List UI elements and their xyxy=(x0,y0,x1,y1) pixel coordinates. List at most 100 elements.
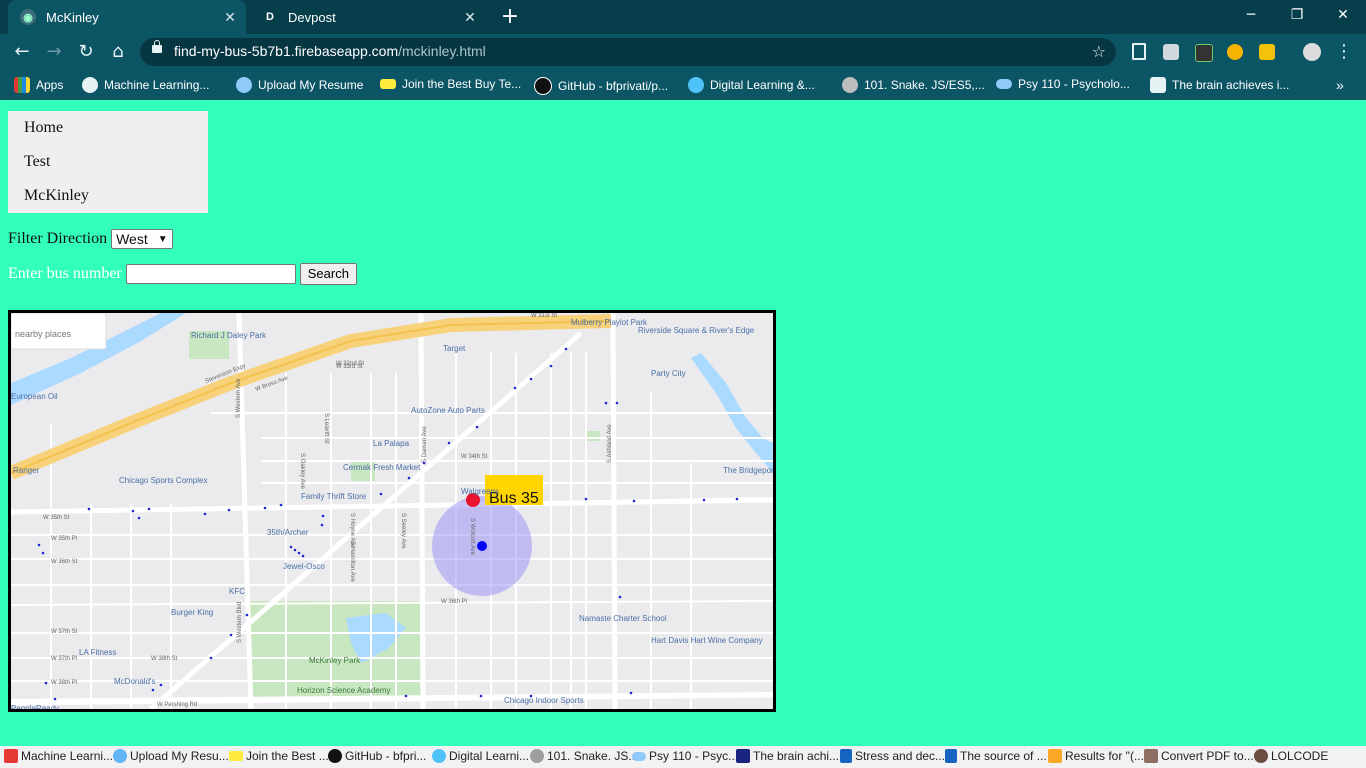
close-icon[interactable]: ✕ xyxy=(460,9,480,26)
bus-stop-dot xyxy=(297,551,301,555)
pq-icon xyxy=(840,749,852,763)
bookmark-item[interactable]: Join the Best ... xyxy=(229,749,329,763)
bus-stop-dot xyxy=(735,497,739,501)
bookmark-item[interactable]: GitHub - bfprivati/p... xyxy=(534,77,668,95)
map[interactable]: Bus 35 Richard J Daley Park Target Mulberr… xyxy=(8,310,776,712)
url-text: find-my-bus-5b7b1.firebaseapp.com/mckinl… xyxy=(174,43,486,59)
bus-stop-dot xyxy=(379,492,383,496)
search-button[interactable]: Search xyxy=(299,263,357,285)
google-icon xyxy=(530,749,544,763)
forward-icon[interactable]: → xyxy=(40,38,68,66)
bus-stop-dot xyxy=(203,512,207,516)
bookmark-item[interactable]: The brain achi... xyxy=(736,749,839,763)
bookmark-item[interactable]: Psy 110 - Psyc... xyxy=(632,749,738,763)
tab-mckinley[interactable]: ◉ McKinley ✕ xyxy=(8,0,246,34)
window-close-button[interactable]: ✕ xyxy=(1320,0,1366,30)
extension-icon[interactable] xyxy=(1195,44,1213,62)
bus-stop-dot xyxy=(279,503,283,507)
home-icon[interactable]: ⌂ xyxy=(104,38,132,66)
notes-icon[interactable] xyxy=(1259,44,1275,60)
bus-stop-dot xyxy=(632,499,636,503)
bookmark-star-icon[interactable]: ☆ xyxy=(1092,42,1106,61)
more-bookmarks-icon[interactable]: » xyxy=(1336,77,1344,93)
bookmark-icon[interactable] xyxy=(1132,43,1146,60)
bookmark-item[interactable]: Digital Learni... xyxy=(432,749,529,763)
bus-stop-dot xyxy=(320,523,324,527)
bus-stop-dot xyxy=(147,507,151,511)
devpost-icon: D xyxy=(266,11,274,23)
chevron-down-icon: ▼ xyxy=(157,233,168,245)
street-label: S Western Ave xyxy=(236,378,242,418)
place-label: Target xyxy=(443,344,466,353)
bookmark-icon xyxy=(4,749,18,763)
street-label: W 38th Pl xyxy=(51,680,77,686)
back-icon[interactable]: ← xyxy=(8,38,36,66)
bookmark-item[interactable]: The source of ... xyxy=(945,749,1047,763)
e-icon xyxy=(1150,77,1166,93)
new-tab-button[interactable]: + xyxy=(498,4,522,30)
street-label: S Oakley Ave xyxy=(299,453,305,490)
camera-icon[interactable] xyxy=(1163,44,1179,60)
bus-stop-dot xyxy=(618,595,622,599)
place-label: Jewel-Osco xyxy=(283,562,325,571)
bookmark-item[interactable]: Psy 110 - Psycholo... xyxy=(996,77,1130,91)
minimize-button[interactable]: ─ xyxy=(1228,0,1274,30)
place-label: Horizon Science Academy xyxy=(297,686,390,695)
bookmark-item[interactable]: Join the Best Buy Te... xyxy=(380,77,521,91)
place-label: Riverside Square & River's Edge xyxy=(638,326,755,335)
menu-item-test[interactable]: Test xyxy=(8,145,208,179)
bookmark-item[interactable]: Stress and dec... xyxy=(840,749,945,763)
place-label: KFC xyxy=(229,587,245,596)
avatar[interactable] xyxy=(1303,43,1321,61)
learning-icon xyxy=(688,77,704,93)
tab-devpost[interactable]: D Devpost ✕ xyxy=(250,0,486,34)
bus-stop-dot xyxy=(513,386,517,390)
street-label: W 36th St xyxy=(51,559,78,565)
menu-icon[interactable]: ⋮ xyxy=(1330,38,1358,66)
bus-stop-dot xyxy=(564,347,568,351)
bookmark-apps[interactable]: Apps xyxy=(14,77,63,93)
place-label: Ranger xyxy=(13,466,40,475)
street-label: W 35th St xyxy=(43,515,70,521)
github-icon xyxy=(328,749,342,763)
menu-item-mckinley[interactable]: McKinley xyxy=(8,179,208,213)
bookmark-item[interactable]: The brain achieves i... xyxy=(1150,77,1289,93)
place-label: Hart Davis Hart Wine Company xyxy=(651,636,763,645)
address-bar[interactable]: find-my-bus-5b7b1.firebaseapp.com/mckinl… xyxy=(140,38,1116,66)
bookmark-item[interactable]: 101. Snake. JS/ES5,... xyxy=(842,77,985,93)
bookmark-item[interactable]: Machine Learni... xyxy=(4,749,113,763)
database-icon xyxy=(236,77,252,93)
bookmark-item[interactable]: Upload My Resu... xyxy=(113,749,229,763)
bus-stop-dot xyxy=(137,516,141,520)
bookmark-item[interactable]: Results for "(... xyxy=(1048,749,1144,763)
reload-icon[interactable]: ↻ xyxy=(72,38,100,66)
direction-select[interactable]: West ▼ xyxy=(111,229,173,249)
bookmark-item[interactable]: LOLCODE xyxy=(1254,749,1328,763)
bookmark-item[interactable]: Upload My Resume xyxy=(236,77,363,93)
street-label: W 38th St xyxy=(151,656,178,662)
place-label: Richard J Daley Park xyxy=(191,331,267,340)
bus-number-input[interactable] xyxy=(125,264,296,284)
bookmark-item[interactable]: Convert PDF to... xyxy=(1144,749,1254,763)
place-label: Cermak Fresh Market xyxy=(343,463,421,472)
extension-icon[interactable] xyxy=(1227,44,1243,60)
bus-stop-dot xyxy=(53,697,57,701)
bus-stop-dot xyxy=(479,694,483,698)
bus-stop-dot xyxy=(604,401,608,405)
bus-stop-dot xyxy=(615,401,619,405)
bus-number-label: Enter bus number xyxy=(8,265,122,282)
street-label: S Hamilton Ave xyxy=(349,541,355,583)
bookmark-item[interactable]: GitHub - bfpri... xyxy=(328,749,426,763)
bus-stop-dot xyxy=(245,613,249,617)
bookmark-item[interactable]: 101. Snake. JS... xyxy=(530,749,638,763)
close-icon[interactable]: ✕ xyxy=(220,9,240,26)
cloud-icon xyxy=(632,751,646,761)
bus-stop-dot xyxy=(301,554,305,558)
street-label: S Western Blvd xyxy=(237,602,243,643)
bookmark-item[interactable]: Digital Learning &... xyxy=(688,77,815,93)
menu-item-home[interactable]: Home xyxy=(8,111,208,145)
google-icon xyxy=(842,77,858,93)
restore-button[interactable]: ❐ xyxy=(1274,0,1320,30)
street-label: W 37th St xyxy=(51,629,78,635)
bookmark-item[interactable]: Machine Learning... xyxy=(82,77,209,93)
